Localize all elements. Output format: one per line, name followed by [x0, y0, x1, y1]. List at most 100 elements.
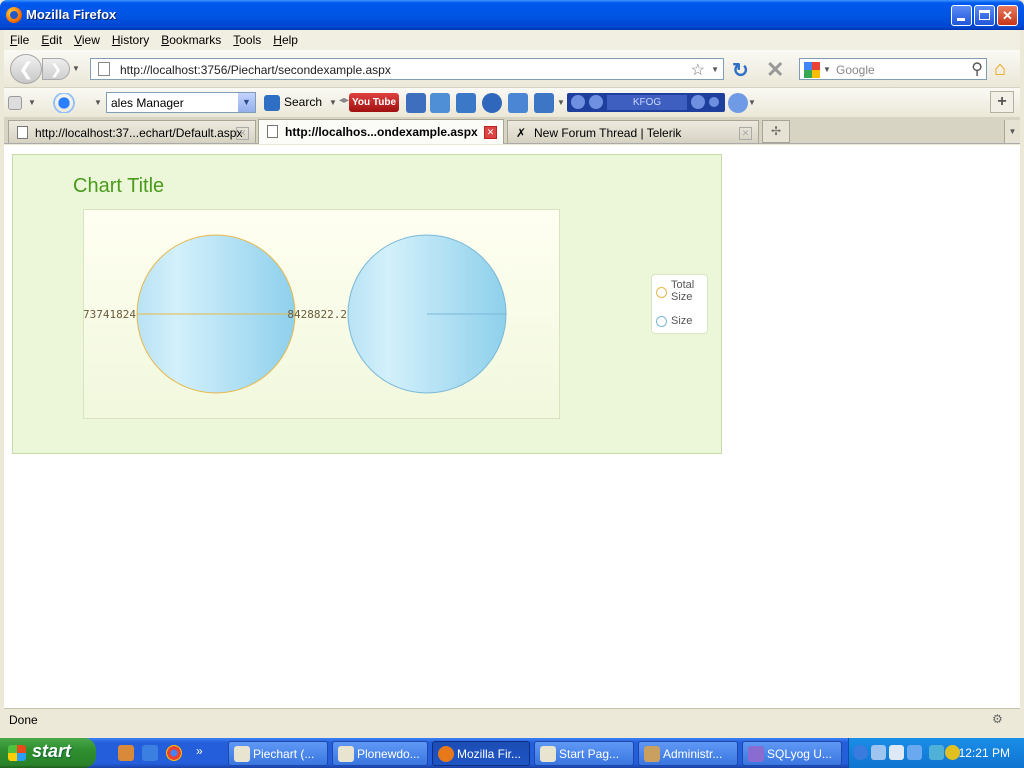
navigation-toolbar: ❮ ❯ ▼ http://localhost:3756/Piechart/sec…	[4, 50, 1020, 88]
legend-item-size: Size	[656, 315, 708, 331]
pie-data-label: 8428822.2	[287, 308, 347, 321]
tab-list-button[interactable]: ▼	[1004, 120, 1020, 143]
add-toolbar-button[interactable]: +	[990, 91, 1014, 113]
back-button[interactable]: ❮	[10, 54, 42, 84]
task-firefox[interactable]: Mozilla Fir...	[432, 741, 530, 766]
forward-button[interactable]: ❯	[42, 58, 70, 80]
windows-logo-icon	[8, 745, 26, 761]
menu-bar: File Edit View History Bookmarks Tools Help	[4, 30, 1020, 50]
tab-close-icon[interactable]: ✕	[236, 127, 249, 140]
menu-view[interactable]: View	[68, 30, 106, 50]
tab-close-icon[interactable]: ✕	[739, 127, 752, 140]
search-engine-dropdown-icon[interactable]: ▼	[823, 65, 831, 74]
profile-select[interactable]: ales Manager ▼	[106, 92, 256, 113]
close-button[interactable]: ✕	[997, 5, 1018, 26]
url-text: http://localhost:3756/Piechart/secondexa…	[120, 63, 391, 77]
menu-edit[interactable]: Edit	[35, 30, 68, 50]
search-box[interactable]: ▼ Google ⚲	[799, 58, 987, 80]
chevron-down-icon[interactable]: ▼	[238, 93, 255, 112]
tray-expand-icon[interactable]	[853, 745, 868, 760]
download-icon[interactable]	[456, 93, 476, 113]
chrome-icon[interactable]	[166, 745, 182, 761]
task-sqlyog[interactable]: SQLyog U...	[742, 741, 842, 766]
window-title: Mozilla Firefox	[26, 7, 117, 22]
volume-icon[interactable]	[691, 95, 705, 109]
tab-label: New Forum Thread | Telerik	[534, 126, 682, 140]
tab-default[interactable]: http://localhost:37...echart/Default.asp…	[8, 120, 256, 143]
youtube-button[interactable]: You Tube	[349, 93, 399, 112]
radio-station-label: KFOG	[632, 97, 662, 108]
maximize-button[interactable]	[974, 5, 995, 26]
menu-file[interactable]: File	[4, 30, 35, 50]
task-plonewdo[interactable]: Plonewdo...	[332, 741, 428, 766]
radio-station-select[interactable]: KFOG	[607, 95, 687, 110]
maximize-icon	[979, 10, 990, 20]
window-titlebar[interactable]: Mozilla Firefox ✕	[0, 0, 1024, 30]
start-button[interactable]: start	[0, 738, 96, 768]
status-text: Done	[9, 713, 38, 727]
stop-icon[interactable]: ✕	[766, 57, 784, 83]
page-content: Chart Title 1073741824 8428822.2 Total Si…	[4, 145, 1020, 708]
visual-studio-icon	[338, 746, 354, 762]
legend-item-total-size: Total Size	[656, 279, 708, 305]
task-piechart[interactable]: Piechart (...	[228, 741, 328, 766]
camera-icon[interactable]	[430, 93, 450, 113]
url-bar[interactable]: http://localhost:3756/Piechart/secondexa…	[90, 58, 724, 80]
display-icon[interactable]	[889, 745, 904, 760]
minimize-icon	[957, 18, 965, 21]
quick-launch-more-icon[interactable]: »	[196, 744, 203, 758]
reload-icon[interactable]: ↻	[732, 58, 749, 83]
profile-select-value: ales Manager	[111, 96, 184, 110]
history-dropdown-icon[interactable]: ▼	[72, 64, 80, 73]
google-icon[interactable]	[804, 62, 820, 78]
windows-taskbar: start » Piechart (... Plonewdo... Mozill…	[0, 738, 1024, 768]
plus-icon: +	[997, 93, 1007, 110]
pie-charts: 1073741824 8428822.2	[70, 234, 507, 394]
globe-icon[interactable]	[728, 93, 748, 113]
minimize-button[interactable]	[951, 5, 972, 26]
firefox-icon	[438, 746, 454, 762]
pie-data-label: 1073741824	[84, 308, 136, 321]
start-label: start	[32, 741, 72, 761]
globe-dropdown-icon[interactable]: ▼	[748, 98, 756, 107]
task-start-page[interactable]: Start Pag...	[534, 741, 634, 766]
security-icon[interactable]	[929, 745, 944, 760]
task-label: SQLyog U...	[767, 747, 832, 761]
menu-bookmarks[interactable]: Bookmarks	[155, 30, 227, 50]
screen-dropdown-icon[interactable]: ▼	[557, 98, 565, 107]
separator-arrows-icon: ◂▸	[339, 95, 350, 106]
bookmark-star-icon[interactable]: ☆	[691, 60, 705, 80]
mute-icon[interactable]	[709, 97, 719, 107]
radio-wave-icon[interactable]	[44, 93, 84, 113]
new-tab-button[interactable]: ✢	[762, 120, 790, 143]
search-dropdown-icon[interactable]: ▼	[329, 98, 337, 107]
status-icon: ⚙	[992, 712, 1003, 726]
menu-help[interactable]: Help	[267, 30, 304, 50]
toolbar-search-label: Search	[284, 95, 323, 110]
play-media-icon[interactable]	[589, 95, 603, 109]
task-administrator[interactable]: Administr...	[638, 741, 738, 766]
ie-icon[interactable]	[142, 745, 158, 761]
monitor-icon[interactable]	[907, 745, 922, 760]
home-icon[interactable]: ⌂	[994, 58, 1006, 81]
network-icon[interactable]	[871, 745, 886, 760]
play-icon[interactable]	[482, 93, 502, 113]
tab-close-icon[interactable]: ✕	[484, 126, 497, 139]
screen-icon[interactable]	[534, 93, 554, 113]
film-icon[interactable]	[406, 93, 426, 113]
radio-dropdown-icon[interactable]: ▼	[94, 98, 102, 107]
toolbar-search-button[interactable]: Search	[264, 92, 322, 112]
toolbar-dropdown-icon[interactable]: ▼	[28, 98, 36, 107]
menu-history[interactable]: History	[106, 30, 155, 50]
stop-media-icon[interactable]	[571, 95, 585, 109]
url-dropdown-icon[interactable]: ▼	[711, 65, 719, 74]
tab-telerik[interactable]: ✗ New Forum Thread | Telerik ✕	[507, 120, 759, 143]
task-label: Plonewdo...	[357, 747, 420, 761]
task-label: Piechart (...	[253, 747, 315, 761]
settings-icon[interactable]	[508, 93, 528, 113]
tab-secondexample[interactable]: http://localhos...ondexample.aspx ✕	[258, 119, 504, 144]
menu-tools[interactable]: Tools	[227, 30, 267, 50]
app-launcher-icon[interactable]	[118, 745, 134, 761]
search-icon[interactable]: ⚲	[971, 59, 983, 79]
toolbar-menu-icon[interactable]	[8, 96, 22, 110]
